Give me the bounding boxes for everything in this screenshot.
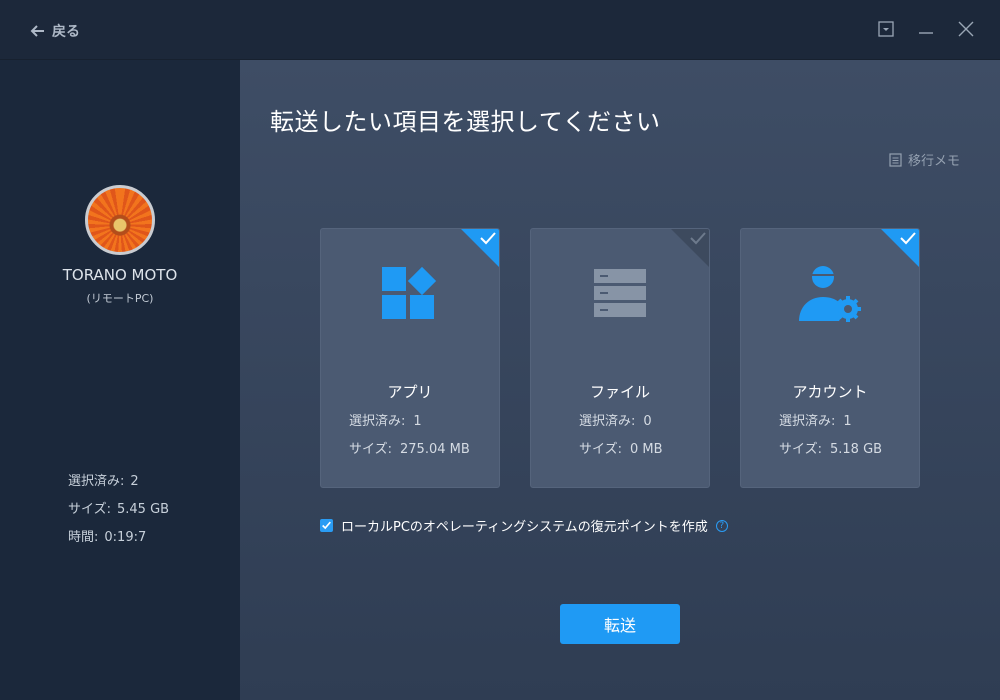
card-size-label: サイズ: — [349, 442, 392, 457]
restore-point-label: ローカルPCのオペレーティングシステムの復元ポイントを作成 — [341, 520, 708, 535]
card-selected-label: 選択済み: — [349, 414, 406, 429]
stat-selected: 選択済み: 2 — [68, 470, 139, 489]
close-button[interactable] — [955, 18, 977, 40]
card-files[interactable]: ファイル 選択済み: 0 サイズ: 0 MB — [530, 228, 710, 488]
check-icon — [881, 229, 919, 267]
page-title: 転送したい項目を選択してください — [270, 108, 661, 136]
card-size-label: サイズ: — [579, 442, 622, 457]
card-selected: 選択済み: 1 — [779, 410, 852, 429]
title-bar: 戻る — [0, 0, 1000, 60]
dropdown-button[interactable] — [875, 18, 897, 40]
card-selected: 選択済み: 1 — [349, 410, 422, 429]
minimize-button[interactable] — [915, 18, 937, 40]
stat-size: サイズ: 5.45 GB — [68, 498, 169, 517]
pc-subtitle: (リモートPC) — [86, 292, 154, 305]
sidebar: TORANO MOTO (リモートPC) 選択済み: 2 サイズ: 5.45 GB … — [0, 60, 240, 700]
restore-point-checkbox[interactable] — [320, 519, 333, 532]
back-label: 戻る — [52, 24, 80, 40]
stat-value: 0:19:7 — [104, 530, 147, 545]
transfer-button[interactable]: 転送 — [560, 604, 680, 644]
card-size: サイズ: 0 MB — [579, 438, 663, 457]
migration-memo-link[interactable]: 移行メモ — [889, 150, 960, 169]
avatar — [85, 185, 155, 255]
back-button[interactable]: 戻る — [30, 20, 80, 42]
card-size-value: 5.18 GB — [830, 442, 883, 457]
card-selected: 選択済み: 0 — [579, 410, 652, 429]
stat-value: 5.45 GB — [117, 502, 170, 517]
card-selected-value: 1 — [413, 414, 422, 429]
stat-time: 時間: 0:19:7 — [68, 526, 146, 545]
card-apps[interactable]: アプリ 選択済み: 1 サイズ: 275.04 MB — [320, 228, 500, 488]
stat-label: 選択済み: — [68, 474, 125, 489]
help-icon[interactable]: ? — [715, 519, 728, 532]
check-icon — [671, 229, 709, 267]
minimize-icon — [919, 32, 933, 34]
card-label: ファイル — [589, 383, 650, 401]
check-icon — [322, 521, 331, 530]
account-icon — [795, 263, 865, 323]
files-icon — [585, 263, 655, 323]
card-size: サイズ: 5.18 GB — [779, 438, 882, 457]
stat-label: 時間: — [68, 530, 99, 545]
main-panel: 転送したい項目を選択してください 移行メモ アプリ 選択済み: 1 サイズ: 275… — [240, 60, 1000, 700]
card-label: アプリ — [387, 383, 433, 401]
card-size-value: 0 MB — [630, 442, 663, 457]
apps-icon — [375, 263, 445, 323]
pc-name: TORANO MOTO — [62, 266, 178, 284]
card-selected-value: 1 — [843, 414, 852, 429]
close-icon — [958, 21, 974, 37]
card-label: アカウント — [792, 383, 868, 401]
dropdown-icon — [878, 21, 894, 37]
card-selected-label: 選択済み: — [579, 414, 636, 429]
card-size-label: サイズ: — [779, 442, 822, 457]
memo-icon — [889, 152, 902, 167]
stat-value: 2 — [130, 474, 139, 489]
card-selected-label: 選択済み: — [779, 414, 836, 429]
stat-label: サイズ: — [68, 502, 111, 517]
check-icon — [461, 229, 499, 267]
card-selected-value: 0 — [643, 414, 652, 429]
arrow-left-icon — [30, 25, 44, 37]
card-size-value: 275.04 MB — [400, 442, 470, 457]
card-size: サイズ: 275.04 MB — [349, 438, 470, 457]
restore-point-option: ローカルPCのオペレーティングシステムの復元ポイントを作成 ? — [320, 516, 728, 535]
memo-label: 移行メモ — [907, 154, 960, 169]
card-accounts[interactable]: アカウント 選択済み: 1 サイズ: 5.18 GB — [740, 228, 920, 488]
